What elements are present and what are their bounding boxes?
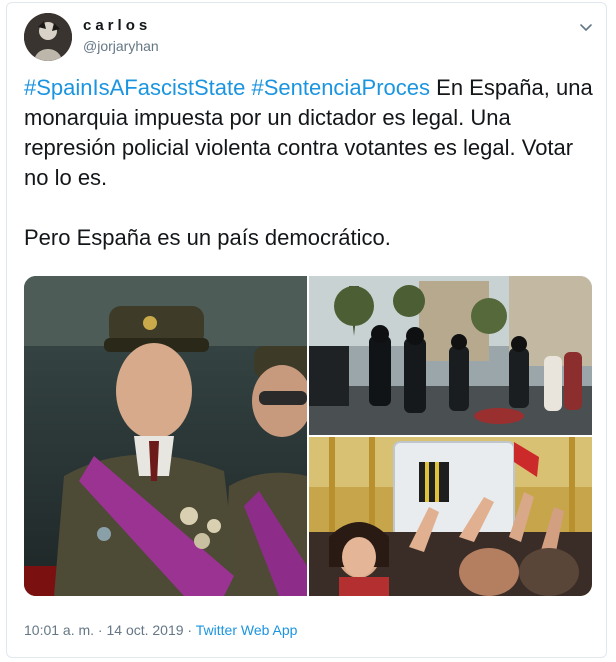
author-name[interactable]: carlos	[83, 17, 151, 34]
chevron-down-icon[interactable]	[576, 17, 596, 37]
meta-separator: ·	[183, 622, 196, 638]
timestamp[interactable]: 10:01 a. m. · 14 oct. 2019	[24, 622, 184, 638]
avatar[interactable]	[24, 13, 72, 61]
tweet-body: En España, una monarquia impuesta por un…	[24, 75, 593, 250]
author-handle[interactable]: @jorjaryhan	[83, 38, 159, 54]
media-grid	[24, 276, 592, 596]
photo-ballot-box[interactable]	[309, 437, 592, 596]
tweet-card: carlos @jorjaryhan #SpainIsAFascistState…	[6, 2, 607, 658]
hashtag-link[interactable]: #SentenciaProces	[251, 75, 430, 100]
photo-royal-officers[interactable]	[24, 276, 307, 596]
source-link[interactable]: Twitter Web App	[196, 622, 298, 638]
hashtag-link[interactable]: #SpainIsAFascistState	[24, 75, 245, 100]
tweet-meta: 10:01 a. m. · 14 oct. 2019 · Twitter Web…	[24, 622, 297, 638]
photo-police-charge[interactable]	[309, 276, 592, 435]
tweet-text: #SpainIsAFascistState #SentenciaProces E…	[24, 73, 596, 253]
